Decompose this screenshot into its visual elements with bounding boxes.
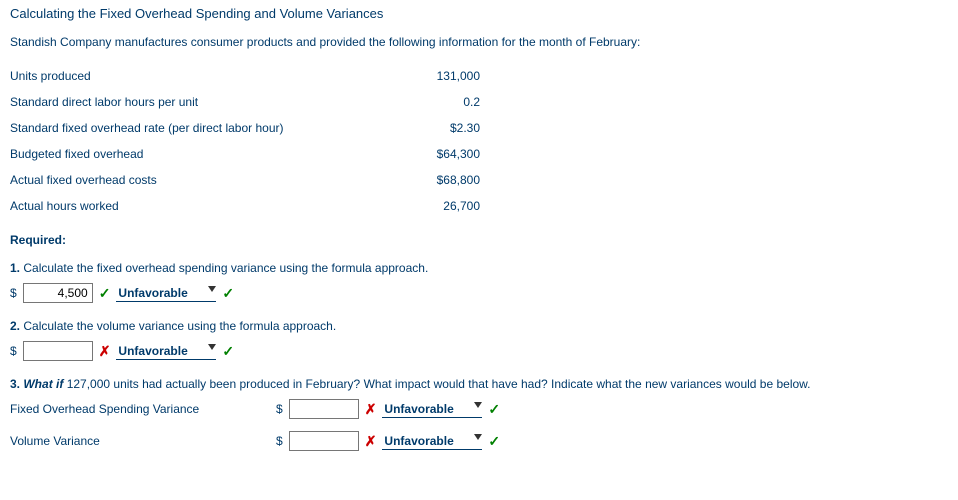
check-icon: ✓ bbox=[222, 343, 234, 360]
x-icon: ✗ bbox=[99, 343, 111, 360]
check-icon: ✓ bbox=[488, 433, 500, 450]
question-1: 1. Calculate the fixed overhead spending… bbox=[10, 261, 948, 275]
q3-spending-row: Fixed Overhead Spending Variance $ ✗ Unf… bbox=[10, 399, 948, 419]
q3-spending-input[interactable] bbox=[289, 399, 359, 419]
dollar-sign: $ bbox=[10, 344, 17, 358]
q2-text: Calculate the volume variance using the … bbox=[20, 319, 336, 333]
row-value: 0.2 bbox=[380, 89, 480, 115]
check-icon: ✓ bbox=[488, 401, 500, 418]
q2-number: 2. bbox=[10, 319, 20, 333]
table-row: Actual fixed overhead costs $68,800 bbox=[10, 167, 948, 193]
question-2: 2. Calculate the volume variance using t… bbox=[10, 319, 948, 333]
q3-volume-label: Volume Variance bbox=[10, 434, 270, 448]
q3-volume-row: Volume Variance $ ✗ Unfavorable ✓ bbox=[10, 431, 948, 451]
table-row: Budgeted fixed overhead $64,300 bbox=[10, 141, 948, 167]
row-value: 26,700 bbox=[380, 193, 480, 219]
q3-volume-input[interactable] bbox=[289, 431, 359, 451]
dollar-sign: $ bbox=[10, 286, 17, 300]
dollar-sign: $ bbox=[276, 402, 283, 416]
q1-text: Calculate the fixed overhead spending va… bbox=[20, 261, 428, 275]
q3-whatif: What if bbox=[23, 377, 63, 391]
q3-text: 127,000 units had actually been produced… bbox=[63, 377, 810, 391]
question-3: 3. What if 127,000 units had actually be… bbox=[10, 377, 948, 391]
table-row: Standard fixed overhead rate (per direct… bbox=[10, 115, 948, 141]
intro-text: Standish Company manufactures consumer p… bbox=[10, 35, 948, 49]
chevron-down-icon bbox=[208, 286, 216, 292]
q2-favorability-select[interactable]: Unfavorable bbox=[116, 342, 216, 360]
x-icon: ✗ bbox=[365, 433, 377, 450]
chevron-down-icon bbox=[208, 344, 216, 350]
table-row: Actual hours worked 26,700 bbox=[10, 193, 948, 219]
data-table: Units produced 131,000 Standard direct l… bbox=[10, 63, 948, 219]
row-label: Actual hours worked bbox=[10, 193, 380, 219]
q1-number: 1. bbox=[10, 261, 20, 275]
row-value: $2.30 bbox=[380, 115, 480, 141]
table-row: Units produced 131,000 bbox=[10, 63, 948, 89]
q3-spending-select[interactable]: Unfavorable bbox=[382, 400, 482, 418]
table-row: Standard direct labor hours per unit 0.2 bbox=[10, 89, 948, 115]
check-icon: ✓ bbox=[222, 285, 234, 302]
x-icon: ✗ bbox=[365, 401, 377, 418]
row-value: $68,800 bbox=[380, 167, 480, 193]
select-value: Unfavorable bbox=[116, 344, 189, 358]
q1-favorability-select[interactable]: Unfavorable bbox=[116, 284, 216, 302]
q3-number: 3. bbox=[10, 377, 20, 391]
select-value: Unfavorable bbox=[382, 434, 455, 448]
chevron-down-icon bbox=[474, 402, 482, 408]
chevron-down-icon bbox=[474, 434, 482, 440]
dollar-sign: $ bbox=[276, 434, 283, 448]
row-label: Budgeted fixed overhead bbox=[10, 141, 380, 167]
row-value: $64,300 bbox=[380, 141, 480, 167]
q3-volume-select[interactable]: Unfavorable bbox=[382, 432, 482, 450]
row-label: Standard fixed overhead rate (per direct… bbox=[10, 115, 380, 141]
q1-value-input[interactable] bbox=[23, 283, 93, 303]
row-label: Units produced bbox=[10, 63, 380, 89]
page-title: Calculating the Fixed Overhead Spending … bbox=[10, 6, 948, 21]
row-label: Actual fixed overhead costs bbox=[10, 167, 380, 193]
q2-value-input[interactable] bbox=[23, 341, 93, 361]
select-value: Unfavorable bbox=[116, 286, 189, 300]
check-icon: ✓ bbox=[99, 285, 111, 302]
q2-answer: $ ✗ Unfavorable ✓ bbox=[10, 341, 948, 361]
row-value: 131,000 bbox=[380, 63, 480, 89]
q1-answer: $ ✓ Unfavorable ✓ bbox=[10, 283, 948, 303]
select-value: Unfavorable bbox=[382, 402, 455, 416]
q3-spending-label: Fixed Overhead Spending Variance bbox=[10, 402, 270, 416]
required-heading: Required: bbox=[10, 233, 948, 247]
row-label: Standard direct labor hours per unit bbox=[10, 89, 380, 115]
